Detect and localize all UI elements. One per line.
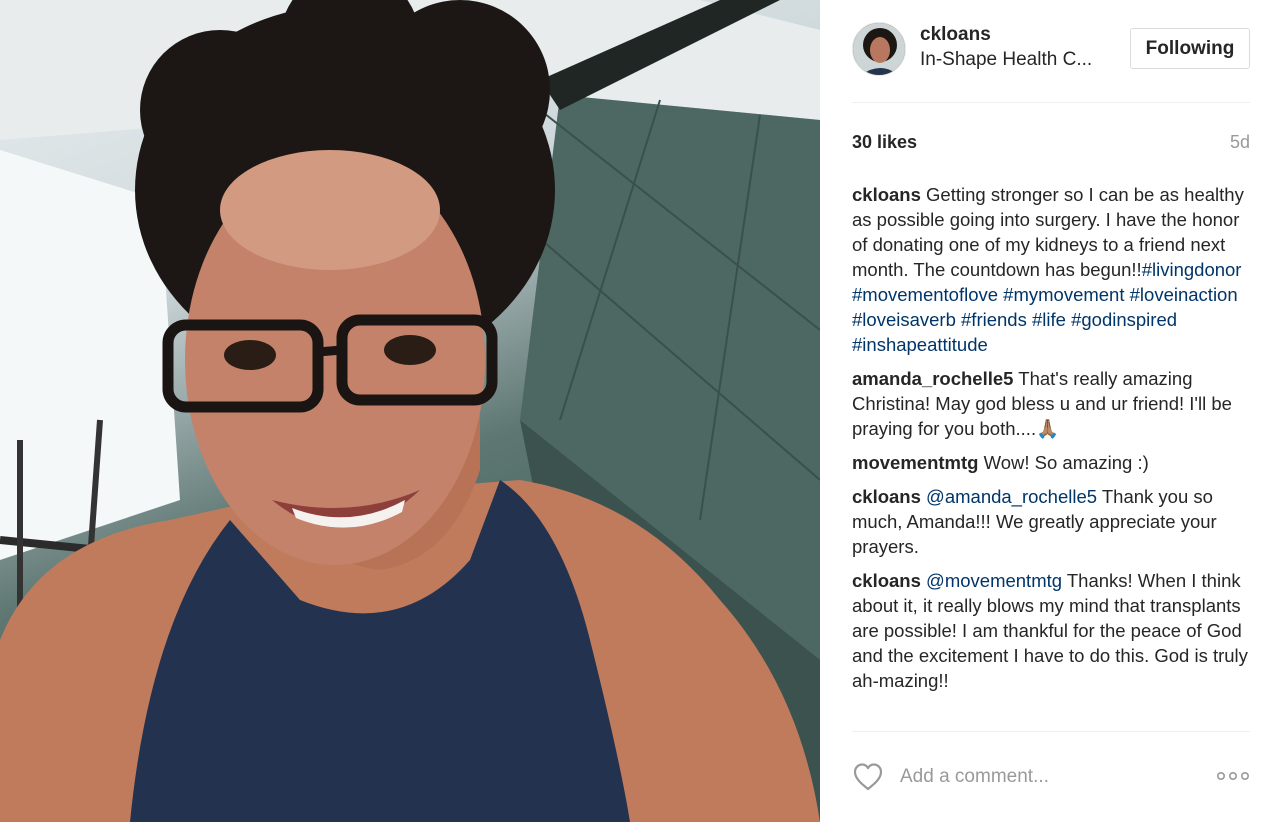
hashtag-link[interactable]: #godinspired bbox=[1071, 309, 1177, 330]
heart-outline-icon[interactable] bbox=[852, 762, 884, 792]
following-button[interactable]: Following bbox=[1130, 28, 1250, 69]
comment-username[interactable]: ckloans bbox=[852, 486, 921, 507]
comment-text: Wow! So amazing :) bbox=[983, 452, 1149, 473]
comment-item: ckloans Getting stronger so I can be as … bbox=[852, 182, 1250, 357]
more-options-icon[interactable] bbox=[1216, 766, 1250, 786]
avatar-image bbox=[853, 23, 905, 75]
comments-list: ckloans Getting stronger so I can be as … bbox=[852, 182, 1250, 702]
owner-avatar[interactable] bbox=[852, 22, 906, 76]
comment-item: ckloans @amanda_rochelle5 Thank you so m… bbox=[852, 484, 1250, 559]
hashtag-link[interactable]: #friends bbox=[961, 309, 1027, 330]
owner-location[interactable]: In-Shape Health C... bbox=[920, 49, 1092, 71]
hashtag-link[interactable]: #livingdonor bbox=[1142, 259, 1242, 280]
hashtag-link[interactable]: #loveisaverb bbox=[852, 309, 956, 330]
selfie-illustration bbox=[0, 0, 820, 822]
owner-username[interactable]: ckloans bbox=[920, 24, 991, 46]
hashtag-link[interactable]: #mymovement bbox=[1003, 284, 1124, 305]
comment-username[interactable]: ckloans bbox=[852, 184, 921, 205]
likes-row: 30 likes 5d bbox=[852, 132, 1250, 156]
comments-divider bbox=[852, 731, 1250, 732]
comment-username[interactable]: ckloans bbox=[852, 570, 921, 591]
comment-item: ckloans @movementmtg Thanks! When I thin… bbox=[852, 568, 1250, 693]
post-photo[interactable] bbox=[0, 0, 820, 822]
post-header: ckloans In-Shape Health C... Following bbox=[852, 20, 1250, 78]
comment-item: movementmtg Wow! So amazing :) bbox=[852, 450, 1250, 475]
hashtag-link[interactable]: #movementoflove bbox=[852, 284, 998, 305]
comment-item: amanda_rochelle5 That's really amazing C… bbox=[852, 366, 1250, 441]
likes-count[interactable]: 30 likes bbox=[852, 132, 917, 153]
comment-username[interactable]: amanda_rochelle5 bbox=[852, 368, 1013, 389]
comment-bar bbox=[852, 758, 1250, 796]
mention-link[interactable]: @amanda_rochelle5 bbox=[926, 486, 1097, 507]
hashtag-link[interactable]: #inshapeattitude bbox=[852, 334, 988, 355]
post-side-panel: ckloans In-Shape Health C... Following 3… bbox=[820, 0, 1280, 822]
hashtag-link[interactable]: #life bbox=[1032, 309, 1066, 330]
hashtag-link[interactable]: #loveinaction bbox=[1130, 284, 1238, 305]
post-time[interactable]: 5d bbox=[1230, 132, 1250, 153]
header-divider bbox=[852, 102, 1250, 103]
comment-username[interactable]: movementmtg bbox=[852, 452, 978, 473]
comment-input[interactable] bbox=[900, 760, 1200, 794]
mention-link[interactable]: @movementmtg bbox=[926, 570, 1062, 591]
